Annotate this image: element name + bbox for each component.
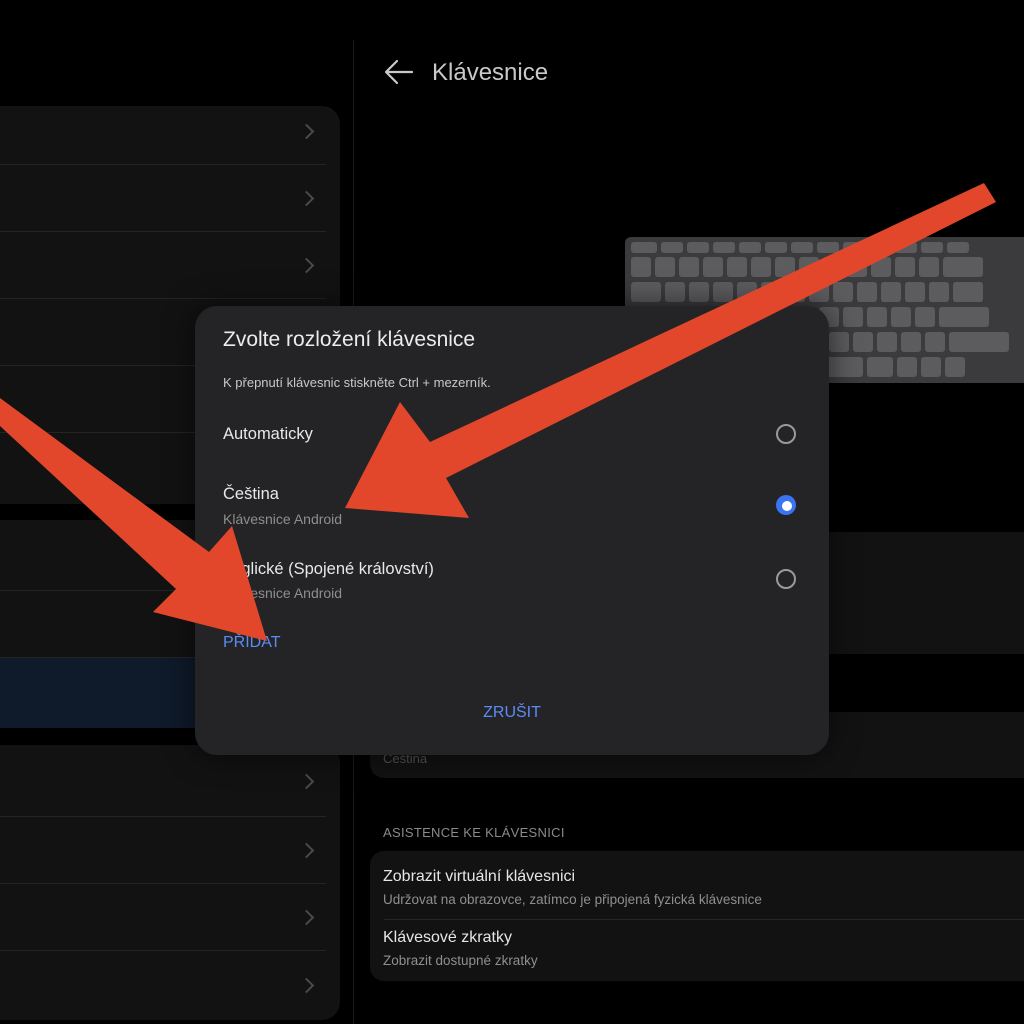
settings-row[interactable] bbox=[0, 745, 326, 817]
chevron-right-icon bbox=[298, 842, 315, 859]
settings-row[interactable] bbox=[0, 816, 326, 884]
back-arrow-icon[interactable] bbox=[384, 58, 414, 86]
add-button[interactable]: PŘIDAT bbox=[223, 634, 280, 652]
divider bbox=[384, 919, 1024, 920]
keyboard-shortcuts-subtitle: Zobrazit dostupné zkratky bbox=[383, 953, 538, 968]
settings-row[interactable] bbox=[0, 231, 326, 299]
option-automatic-label[interactable]: Automaticky bbox=[223, 425, 313, 444]
section-header: ASISTENCE KE KLÁVESNICI bbox=[383, 825, 565, 840]
settings-row[interactable] bbox=[0, 106, 326, 165]
option-czech-sub: Klávesnice Android bbox=[223, 511, 343, 527]
chevron-right-icon bbox=[298, 190, 315, 207]
chevron-right-icon bbox=[298, 257, 315, 274]
option-automatic-radio[interactable] bbox=[776, 424, 796, 444]
chevron-right-icon bbox=[298, 909, 315, 926]
option-czech-radio[interactable] bbox=[776, 495, 796, 515]
keyboard-shortcuts-title[interactable]: Klávesové zkratky bbox=[383, 929, 512, 947]
page-title: Klávesnice bbox=[432, 59, 549, 86]
option-czech-label[interactable]: Čeština bbox=[223, 485, 279, 504]
keyboard-row bbox=[631, 257, 1024, 277]
dialog-title: Zvolte rozložení klávesnice bbox=[223, 328, 476, 351]
chevron-right-icon bbox=[298, 977, 315, 994]
settings-card bbox=[0, 745, 340, 1020]
chevron-right-icon bbox=[298, 123, 315, 140]
cancel-button[interactable]: ZRUŠIT bbox=[195, 704, 829, 722]
option-english-uk-label[interactable]: anglické (Spojené království) bbox=[223, 560, 434, 579]
settings-row[interactable] bbox=[0, 164, 326, 232]
keyboard-row bbox=[631, 242, 1024, 253]
layout-dialog: Zvolte rozložení klávesnice K přepnutí k… bbox=[195, 306, 829, 755]
settings-row[interactable] bbox=[0, 950, 326, 1020]
settings-row[interactable] bbox=[0, 883, 326, 951]
show-virtual-keyboard-subtitle: Udržovat na obrazovce, zatímco je připoj… bbox=[383, 892, 762, 907]
keyboard-row bbox=[631, 282, 1024, 302]
option-english-uk-sub: Klávesnice Android bbox=[223, 585, 343, 601]
chevron-right-icon bbox=[298, 773, 315, 790]
show-virtual-keyboard-title[interactable]: Zobrazit virtuální klávesnici bbox=[383, 868, 575, 886]
dialog-hint: K přepnutí klávesnic stiskněte Ctrl + me… bbox=[223, 375, 491, 390]
option-english-uk-radio[interactable] bbox=[776, 569, 796, 589]
